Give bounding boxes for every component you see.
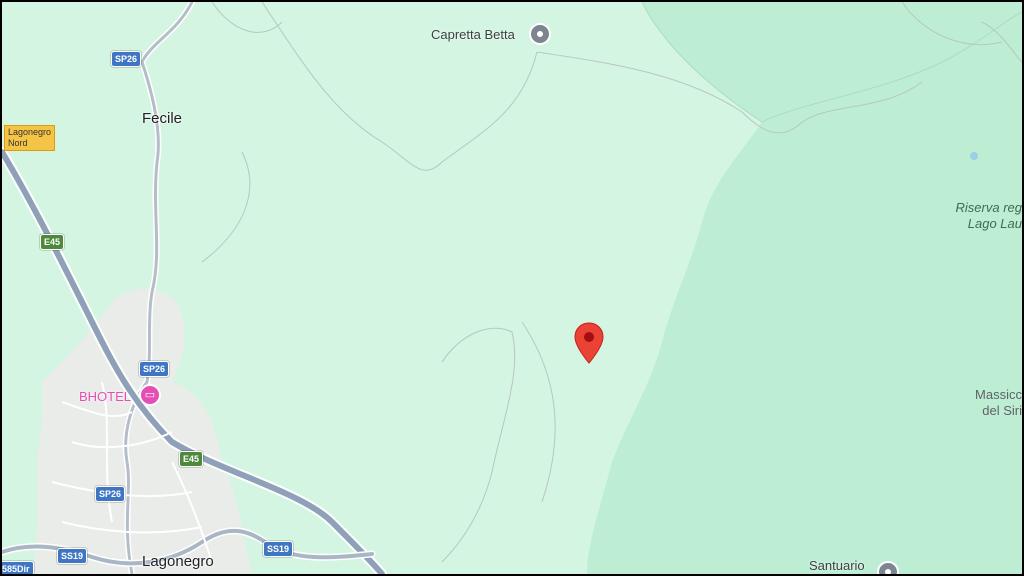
road-shield-e45[interactable]: E45 xyxy=(40,234,65,250)
road-shield-sp26[interactable]: SP26 xyxy=(111,51,142,67)
road-shield-e45[interactable]: E45 xyxy=(179,451,204,467)
exit-sign-line-2: Nord xyxy=(8,138,28,148)
exit-sign-line-1: Lagonegro xyxy=(8,127,52,137)
mountain-label-line-2: del Siri xyxy=(982,403,1022,418)
exit-sign-lagonegro-nord[interactable]: Lagonegro Nord xyxy=(4,125,56,151)
road-shield-ss19[interactable]: SS19 xyxy=(57,548,88,564)
road-shield-ss19[interactable]: SS19 xyxy=(263,541,294,557)
map-canvas[interactable]: Fecile Lagonegro Capretta Betta BHOTEL ▭… xyxy=(2,2,1022,574)
hotel-bed-icon[interactable]: ▭ xyxy=(139,384,161,406)
poi-label-capretta-betta[interactable]: Capretta Betta xyxy=(431,27,515,42)
location-pin-icon[interactable] xyxy=(574,322,604,364)
park-label-line-1: Riserva reg xyxy=(955,200,1022,215)
poi-label-santuario[interactable]: Santuario xyxy=(809,558,865,573)
road-shield-sp26[interactable]: SP26 xyxy=(95,486,126,502)
park-label-riserva[interactable]: Riserva reg Lago Lau xyxy=(932,200,1022,232)
mountain-label-massiccio[interactable]: Massicc del Siri xyxy=(952,387,1022,419)
place-label-lagonegro: Lagonegro xyxy=(142,553,214,570)
map-poi-icon[interactable] xyxy=(529,23,551,45)
map-terrain xyxy=(2,2,1022,574)
road-shield-585dir[interactable]: 585Dir xyxy=(2,561,34,574)
hotel-label-bhotel[interactable]: BHOTEL xyxy=(79,389,131,404)
road-shield-sp26[interactable]: SP26 xyxy=(139,361,170,377)
place-label-fecile: Fecile xyxy=(142,110,183,127)
mountain-label-line-1: Massicc xyxy=(975,387,1022,402)
park-label-line-2: Lago Lau xyxy=(967,216,1022,231)
